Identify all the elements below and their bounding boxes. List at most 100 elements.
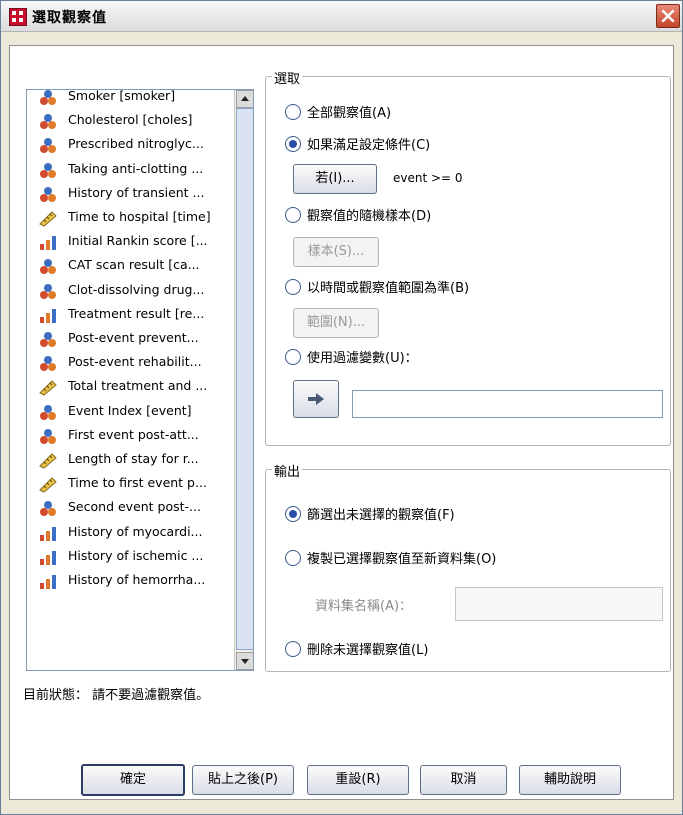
nominal-icon (39, 258, 57, 275)
dataset-name-field[interactable] (455, 587, 663, 621)
nominal-icon (39, 186, 57, 203)
cancel-button[interactable]: 取消 (420, 765, 507, 795)
nominal-icon (39, 283, 57, 300)
radio-copy-new-dataset[interactable] (285, 550, 301, 566)
nominal-icon (39, 113, 57, 130)
chevron-up-icon (241, 96, 249, 101)
variable-label: Prescribed nitroglyc... (68, 136, 204, 152)
nominal-icon (39, 355, 57, 372)
scale-icon (39, 210, 57, 227)
nominal-icon (39, 162, 57, 179)
paste-button[interactable]: 貼上之後(P) (192, 765, 294, 795)
ok-button[interactable]: 確定 (81, 764, 185, 796)
variable-label: History of hemorrha... (68, 572, 206, 587)
delete-unselected-label: 刪除未選擇觀察值(L) (307, 643, 429, 658)
if-button[interactable]: 若(I)... (293, 164, 377, 194)
radio-if-condition[interactable] (285, 136, 301, 152)
list-item[interactable]: CAT scan result [ca... (27, 254, 231, 278)
list-item[interactable]: Time to first event p... (27, 472, 231, 496)
radio-delete-unselected[interactable] (285, 641, 301, 657)
list-item[interactable]: Taking anti-clotting ... (27, 158, 231, 182)
variable-label: Smoker [smoker] (68, 89, 176, 103)
all-cases-label: 全部觀察值(A) (307, 106, 392, 121)
variable-label: Second event post-... (68, 499, 201, 515)
scroll-up-button[interactable] (236, 90, 253, 108)
variable-label: History of transient ... (68, 184, 205, 200)
variable-label: Time to first event p... (68, 475, 207, 491)
list-item[interactable]: Event Index [event] (27, 400, 231, 424)
variable-label: Time to hospital [time] (68, 209, 211, 224)
scale-icon (39, 476, 57, 493)
sample-button[interactable]: 樣本(S)... (293, 237, 379, 267)
variable-label: Total treatment and ... (68, 378, 208, 394)
list-item[interactable]: Post-event prevent... (27, 327, 231, 351)
copy-new-dataset-label: 複製已選擇觀察值至新資料集(O) (307, 552, 497, 567)
dialog-title: 選取觀察值 (32, 10, 107, 26)
list-item[interactable]: Total treatment and ... (27, 375, 231, 399)
move-to-filter-button[interactable] (293, 380, 339, 418)
dataset-name-label: 資料集名稱(A)： (315, 599, 413, 614)
list-item[interactable]: History of myocardi... (27, 521, 231, 545)
variable-label: Length of stay for r... (68, 451, 199, 466)
ordinal-icon (39, 234, 57, 251)
arrow-right-icon (308, 393, 324, 405)
variable-label: Initial Rankin score [... (68, 233, 208, 249)
list-item[interactable]: Length of stay for r... (27, 448, 231, 472)
condition-text: event >= 0 (393, 171, 463, 185)
nominal-icon (39, 428, 57, 445)
list-item[interactable]: Initial Rankin score [... (27, 230, 231, 254)
list-item[interactable]: Smoker [smoker] (27, 89, 231, 109)
ordinal-icon (39, 525, 57, 542)
list-item[interactable]: History of ischemic ... (27, 545, 231, 569)
select-cases-dialog: 選取觀察值 Smoker [smoker] Cholesterol [choles… (0, 0, 683, 815)
list-item[interactable]: History of hemorrha... (27, 569, 231, 593)
if-condition-label: 如果滿足設定條件(C) (307, 138, 431, 153)
list-item[interactable]: History of transient ... (27, 182, 231, 206)
list-item[interactable]: Treatment result [re... (27, 303, 231, 327)
title-bar[interactable]: 選取觀察值 (1, 1, 682, 32)
list-item[interactable]: Post-event rehabilit... (27, 351, 231, 375)
ordinal-icon (39, 549, 57, 566)
list-item[interactable]: First event post-att... (27, 424, 231, 448)
radio-filter-variable[interactable] (285, 349, 301, 365)
nominal-icon (39, 404, 57, 421)
list-item[interactable]: Clot-dissolving drug... (27, 279, 231, 303)
variable-list-scrollbar[interactable] (234, 90, 253, 670)
output-group-title: 輸出 (272, 461, 303, 480)
nominal-icon (39, 90, 57, 106)
nominal-icon (39, 331, 57, 348)
scroll-down-button[interactable] (236, 652, 253, 670)
variable-label: Clot-dissolving drug... (68, 281, 205, 297)
list-item[interactable]: Cholesterol [choles] (27, 109, 231, 133)
radio-all-cases[interactable] (285, 104, 301, 120)
variable-list[interactable]: Smoker [smoker] Cholesterol [choles] Presc… (26, 89, 254, 671)
variable-label: Treatment result [re... (68, 305, 205, 321)
radio-filter-out[interactable] (285, 506, 301, 522)
status-text: 目前狀態： 請不要過濾觀察值。 (23, 688, 210, 703)
variable-label: Event Index [event] (68, 402, 192, 418)
radio-range[interactable] (285, 279, 301, 295)
ordinal-icon (39, 573, 57, 590)
help-button[interactable]: 輔助說明 (519, 765, 621, 795)
variable-label: History of myocardi... (68, 523, 203, 539)
radio-random-sample[interactable] (285, 207, 301, 223)
chevron-down-icon (241, 659, 249, 664)
spss-app-icon (9, 8, 27, 26)
filter-variable-field[interactable] (352, 390, 663, 418)
range-button[interactable]: 範圍(N)... (293, 308, 379, 338)
scale-icon (39, 379, 57, 396)
random-sample-label: 觀察值的隨機樣本(D) (307, 209, 432, 224)
close-icon[interactable] (656, 4, 680, 28)
nominal-icon (39, 500, 57, 517)
range-label: 以時間或觀察值範圍為準(B) (307, 281, 470, 296)
list-item[interactable]: Prescribed nitroglyc... (27, 133, 231, 157)
scale-icon (39, 452, 57, 469)
list-item[interactable]: Time to hospital [time] (27, 206, 231, 230)
nominal-icon (39, 137, 57, 154)
reset-button[interactable]: 重設(R) (307, 765, 409, 795)
filter-out-label: 篩選出未選擇的觀察值(F) (307, 508, 455, 523)
list-item[interactable]: Second event post-... (27, 496, 231, 520)
variable-label: Taking anti-clotting ... (68, 160, 204, 176)
scroll-thumb[interactable] (236, 108, 253, 650)
variable-label: History of ischemic ... (68, 547, 204, 563)
